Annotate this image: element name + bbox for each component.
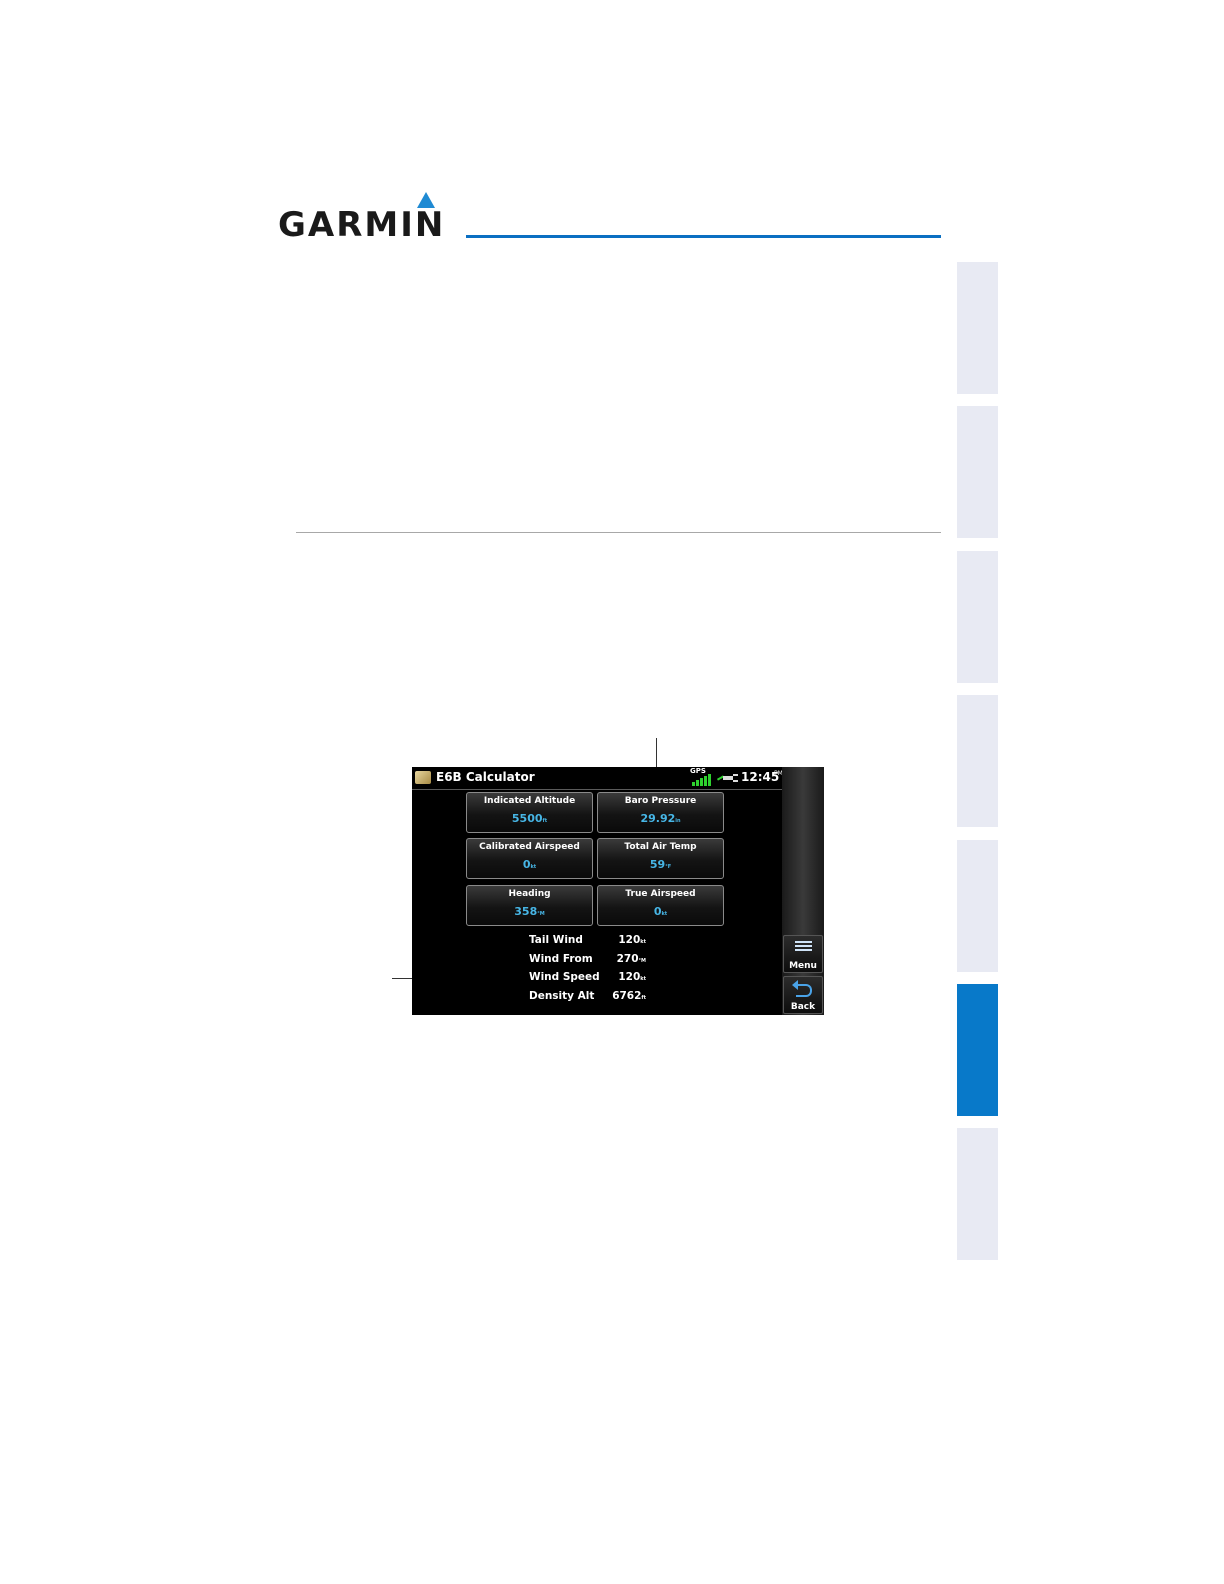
total-air-temp-button[interactable]: Total Air Temp 59°F — [597, 838, 724, 879]
field-value: 5500ft — [511, 812, 548, 825]
gps-bar — [696, 780, 699, 786]
clock-suffix: PM — [774, 770, 783, 777]
wind-speed-label: Wind Speed — [529, 971, 600, 983]
side-tab-2[interactable] — [957, 406, 998, 538]
field-label: Baro Pressure — [624, 796, 697, 806]
field-unit: ft — [542, 818, 548, 824]
field-value: 358°M — [514, 905, 545, 918]
side-tab-7[interactable] — [957, 1128, 998, 1260]
field-unit: °F — [665, 864, 672, 870]
result-unit: ft — [641, 995, 646, 1001]
calibrated-airspeed-button[interactable]: Calibrated Airspeed 0kt — [466, 838, 593, 879]
field-unit: in — [675, 818, 681, 824]
gps-bar — [708, 774, 711, 786]
field-value: 59°F — [649, 858, 672, 871]
back-arrow-icon — [792, 980, 812, 997]
menu-label: Menu — [789, 961, 817, 971]
field-label: Calibrated Airspeed — [479, 842, 580, 852]
wind-speed-value: 120kt — [618, 971, 646, 983]
garmin-logo: GARMIN — [278, 190, 450, 242]
field-value: 0kt — [522, 858, 537, 871]
menu-icon — [795, 941, 812, 954]
header-rule — [466, 235, 941, 238]
side-tab-3[interactable] — [957, 551, 998, 683]
title-bar: E6B Calculator GPS 12:45 PM — [412, 767, 783, 790]
tail-wind-label: Tail Wind — [529, 934, 583, 946]
field-label: Indicated Altitude — [483, 796, 576, 806]
gps-bar — [692, 782, 695, 786]
field-value: 0kt — [653, 905, 668, 918]
heading-button[interactable]: Heading 358°M — [466, 885, 593, 926]
result-unit: kt — [640, 939, 646, 945]
side-tab-6-active[interactable] — [957, 984, 998, 1116]
e6b-calculator-screen: E6B Calculator GPS 12:45 PM Indicated Al… — [412, 767, 824, 1015]
tail-wind-value: 120kt — [618, 934, 646, 946]
field-label: Total Air Temp — [624, 842, 697, 852]
field-unit: kt — [530, 864, 537, 870]
logo-wordmark: GARMIN — [278, 205, 446, 245]
side-tab-4[interactable] — [957, 695, 998, 827]
field-label: Heading — [508, 889, 551, 899]
wind-from-label: Wind From — [529, 953, 593, 965]
field-unit: kt — [661, 911, 668, 917]
menu-button[interactable]: Menu — [783, 935, 823, 973]
side-tab-1[interactable] — [957, 262, 998, 394]
density-alt-label: Density Alt — [529, 990, 595, 1002]
gps-signal-icon: GPS — [690, 767, 712, 788]
back-button[interactable]: Back — [783, 976, 823, 1014]
gps-label: GPS — [690, 767, 706, 775]
page-title: E6B Calculator — [436, 770, 535, 784]
gps-bar — [704, 776, 707, 786]
back-label: Back — [790, 1002, 816, 1012]
baro-pressure-button[interactable]: Baro Pressure 29.92in — [597, 792, 724, 833]
wind-from-value: 270°M — [616, 953, 646, 965]
result-unit: °M — [638, 958, 646, 964]
side-tab-5[interactable] — [957, 840, 998, 972]
field-value: 29.92in — [640, 812, 681, 825]
true-airspeed-button[interactable]: True Airspeed 0kt — [597, 885, 724, 926]
gps-bar — [700, 778, 703, 786]
indicated-altitude-button[interactable]: Indicated Altitude 5500ft — [466, 792, 593, 833]
section-divider — [296, 532, 941, 533]
field-label: True Airspeed — [625, 889, 696, 899]
field-unit: °M — [537, 911, 545, 917]
density-alt-value: 6762ft — [612, 990, 646, 1002]
external-power-icon — [716, 772, 739, 784]
calculator-icon — [415, 771, 431, 784]
result-unit: kt — [640, 976, 646, 982]
